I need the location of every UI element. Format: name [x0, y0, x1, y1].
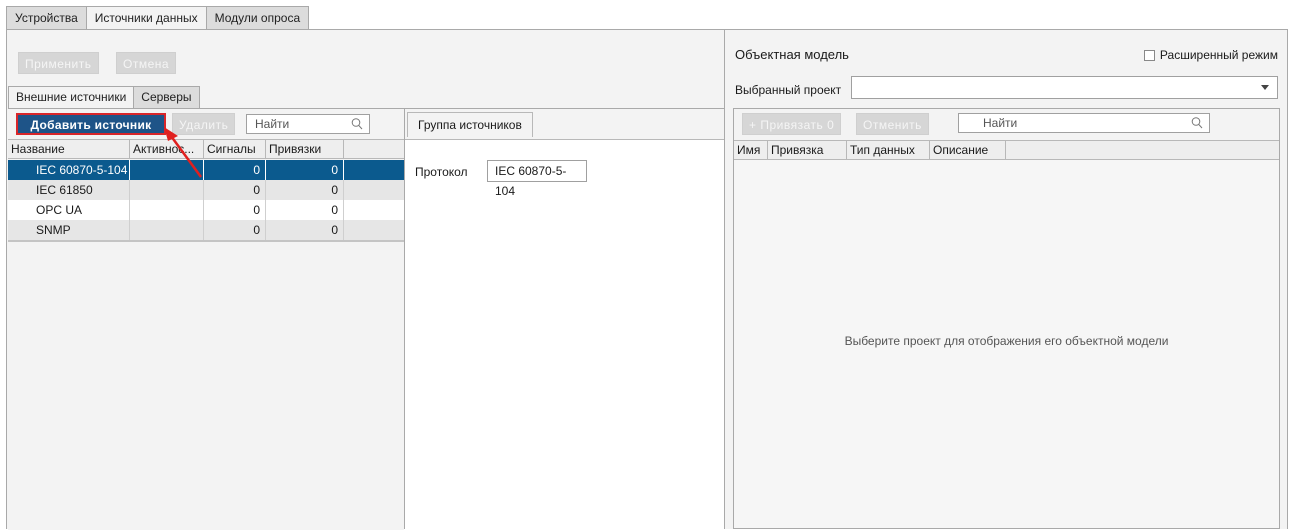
- table-header: Название Активнос... Сигналы Привязки: [8, 139, 404, 159]
- group-body: Протокол IEC 60870-5-104: [405, 139, 724, 530]
- cell-name: IEC 61850: [8, 180, 130, 200]
- column-header-bindings[interactable]: Привязки: [266, 140, 344, 159]
- object-model-panel: Объектная модель Расширенный режим Выбра…: [725, 30, 1288, 529]
- object-model-title: Объектная модель: [735, 47, 849, 62]
- tab-servers[interactable]: Серверы: [133, 86, 200, 108]
- advanced-mode-toggle[interactable]: Расширенный режим: [1143, 48, 1278, 62]
- table-row[interactable]: OPC UA 0 0: [8, 200, 404, 220]
- main-content: Применить Отмена Внешние источники Серве…: [6, 30, 1288, 530]
- cell-signals: 0: [204, 200, 266, 220]
- cell-activity: [130, 220, 204, 240]
- search-icon: [351, 118, 363, 130]
- cancel-button[interactable]: Отмена: [116, 52, 177, 74]
- cell-activity: [130, 200, 204, 220]
- advanced-mode-label: Расширенный режим: [1159, 48, 1278, 62]
- table-row[interactable]: SNMP 0 0: [8, 220, 404, 240]
- source-subtabs: Внешние источники Серверы: [8, 86, 200, 108]
- table-row[interactable]: IEC 60870-5-104 0 0: [8, 160, 404, 180]
- search-icon: [1191, 117, 1203, 129]
- cell-activity: [130, 160, 204, 180]
- cell-bindings: 0: [266, 220, 344, 240]
- cell-name: OPC UA: [8, 200, 130, 220]
- sources-panel: Добавить источник Удалить Найти Название…: [8, 108, 404, 530]
- advanced-mode-checkbox[interactable]: [1143, 49, 1155, 61]
- tab-source-group[interactable]: Группа источников: [407, 112, 533, 137]
- cell-signals: 0: [204, 220, 266, 240]
- chevron-down-icon[interactable]: [1261, 85, 1269, 90]
- column-header-binding[interactable]: Привязка: [768, 141, 847, 160]
- protocol-label: Протокол: [415, 165, 468, 179]
- search-placeholder: Найти: [255, 117, 290, 131]
- table-row[interactable]: IEC 61850 0 0: [8, 180, 404, 200]
- column-header-activity[interactable]: Активнос...: [130, 140, 204, 159]
- column-header-description[interactable]: Описание: [930, 141, 1006, 160]
- project-select[interactable]: [851, 76, 1278, 99]
- column-header-name[interactable]: Имя: [734, 141, 768, 160]
- cell-signals: 0: [204, 180, 266, 200]
- top-tabs: Устройства Источники данных Модули опрос…: [6, 6, 310, 30]
- tab-data-sources[interactable]: Источники данных: [85, 6, 207, 30]
- bind-button[interactable]: + Привязать 0: [742, 113, 842, 135]
- cell-signals: 0: [204, 160, 266, 180]
- object-search-input[interactable]: Найти: [958, 113, 1210, 133]
- tab-devices[interactable]: Устройства: [6, 6, 87, 30]
- object-model-box: + Привязать 0 Отменить Найти Имя Привязк…: [733, 108, 1280, 529]
- cell-bindings: 0: [266, 200, 344, 220]
- column-header-signals[interactable]: Сигналы: [204, 140, 266, 159]
- add-source-button[interactable]: Добавить источник: [16, 113, 166, 135]
- cell-name: IEC 60870-5-104: [8, 160, 130, 180]
- sources-toolbar: Добавить источник Удалить Найти: [8, 109, 404, 139]
- delete-button[interactable]: Удалить: [172, 113, 236, 135]
- cell-bindings: 0: [266, 180, 344, 200]
- tab-external-sources[interactable]: Внешние источники: [8, 86, 135, 108]
- sources-search-input[interactable]: Найти: [246, 114, 370, 134]
- object-table-body: Выберите проект для отображения его объе…: [734, 160, 1279, 528]
- cell-activity: [130, 180, 204, 200]
- tab-polling-modules[interactable]: Модули опроса: [205, 6, 310, 30]
- app-window: Устройства Источники данных Модули опрос…: [6, 6, 1288, 530]
- column-header-name[interactable]: Название: [8, 140, 130, 159]
- object-table-header: Имя Привязка Тип данных Описание: [734, 140, 1279, 160]
- group-panel: Группа источников Протокол IEC 60870-5-1…: [405, 108, 724, 530]
- column-header-data-type[interactable]: Тип данных: [847, 141, 930, 160]
- sources-table: Название Активнос... Сигналы Привязки IE…: [8, 139, 404, 530]
- cell-bindings: 0: [266, 160, 344, 180]
- table-bottom-edge: [8, 240, 404, 242]
- cancel-bind-button[interactable]: Отменить: [856, 113, 929, 135]
- empty-state-message: Выберите проект для отображения его объе…: [844, 334, 1169, 348]
- cell-name: SNMP: [8, 220, 130, 240]
- protocol-field[interactable]: IEC 60870-5-104: [487, 160, 587, 198]
- apply-button[interactable]: Применить: [18, 52, 99, 74]
- project-label: Выбранный проект: [735, 83, 842, 97]
- search-placeholder: Найти: [983, 116, 1018, 130]
